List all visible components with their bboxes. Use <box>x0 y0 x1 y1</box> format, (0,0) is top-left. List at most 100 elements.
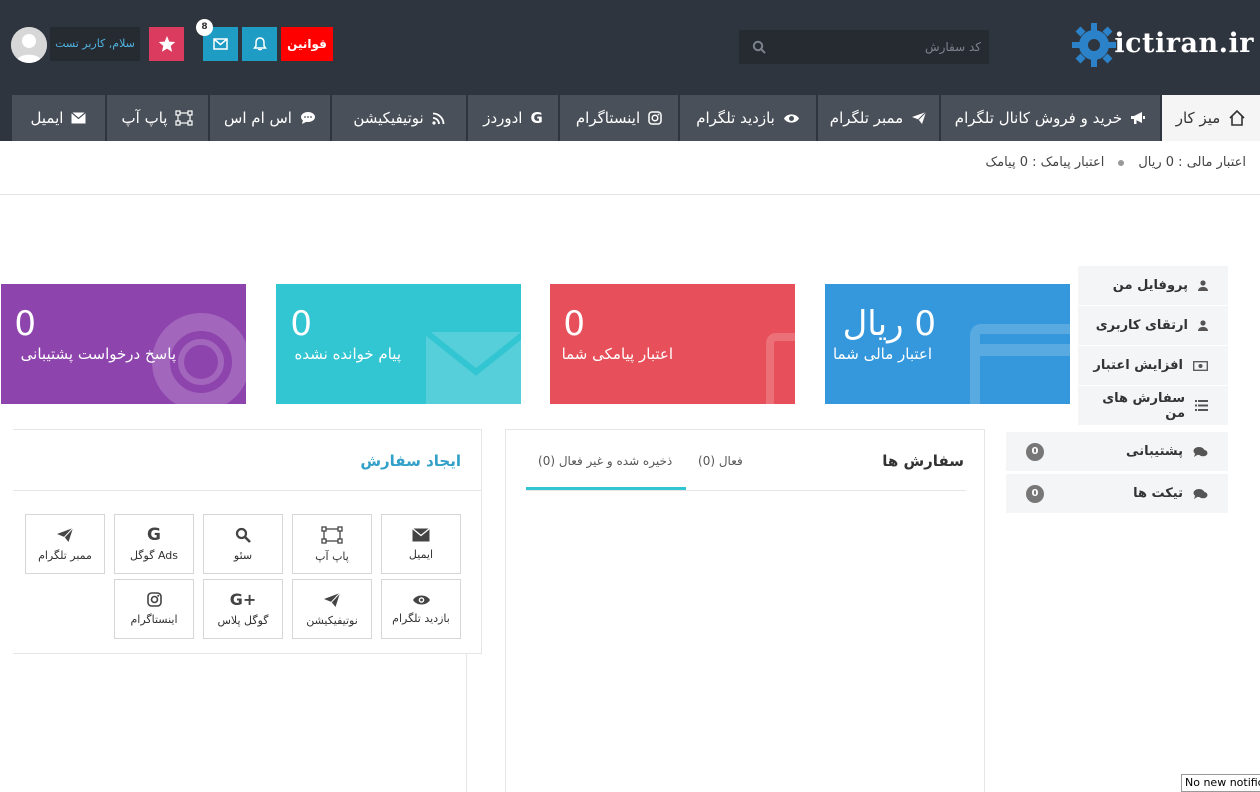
create-divider <box>13 490 482 491</box>
tile-label: گوگل Ads <box>129 548 179 562</box>
tile-telegram-view[interactable]: بازدید تلگرام <box>381 579 461 639</box>
site-logo[interactable]: ictiran.ir <box>1065 16 1260 72</box>
tile-instagram[interactable]: اینستاگرام <box>114 579 194 639</box>
stat-support-replies[interactable]: 0 پاسخ درخواست پشتیبانی <box>1 284 246 404</box>
tile-seo[interactable]: سئو <box>203 514 283 574</box>
tab-telegram-view[interactable]: بازدید تلگرام <box>679 95 816 141</box>
sidebar-item-label: افزایش اعتبار <box>1093 358 1183 373</box>
instagram-icon <box>146 592 162 607</box>
eye-icon <box>412 595 430 604</box>
tab-email[interactable]: ایمیل <box>11 95 105 141</box>
instagram-icon <box>648 111 662 125</box>
separator-dot <box>1118 159 1125 166</box>
credit-summary: اعتبار مالی : 0 ریال اعتبار پیامک : 0 پی… <box>985 155 1246 170</box>
money-icon <box>1193 360 1208 371</box>
search-icon[interactable] <box>752 40 766 54</box>
tab-label: اینستاگرام <box>575 109 641 127</box>
search-input[interactable] <box>775 30 985 64</box>
tile-telegram-member[interactable]: ممبر تلگرام <box>25 514 105 574</box>
search-icon <box>235 527 251 543</box>
tab-active-orders[interactable]: فعال (0) <box>698 454 743 468</box>
active-tab-indicator <box>526 487 686 490</box>
bell-icon <box>252 37 267 51</box>
sidebar-item-support[interactable]: 0 پشتیبانی <box>1006 432 1228 472</box>
mobile-bg-icon <box>766 333 795 404</box>
stat-caption: اعتبار پیامکی شما <box>561 345 673 363</box>
stat-unread-messages[interactable]: 0 پیام خوانده نشده <box>276 284 521 404</box>
orders-panel: سفارش ها فعال (0) ذخیره شده و غیر فعال (… <box>505 429 985 792</box>
create-order-title: ایجاد سفارش <box>360 452 461 470</box>
stat-number: 0 ریال <box>842 304 936 344</box>
orders-title: سفارش ها <box>882 452 964 470</box>
user-greeting[interactable]: سلام, کاربر تست <box>50 27 140 61</box>
star-icon <box>158 36 175 52</box>
tile-email[interactable]: ایمیل <box>381 514 461 574</box>
tab-telegram-member[interactable]: ممبر تلگرام <box>817 95 939 141</box>
google-plus-icon: G+ <box>229 589 257 609</box>
sidebar-item-label: سفارش های من <box>1102 390 1185 421</box>
stat-money-credit[interactable]: 0 ریال اعتبار مالی شما <box>825 284 1070 404</box>
sidebar-item-profile[interactable]: پروفایل من <box>1078 266 1228 306</box>
tile-label: اینستاگرام <box>130 613 178 626</box>
credit-card-bg-icon <box>970 324 1070 404</box>
home-icon <box>1229 109 1245 126</box>
vector-square-icon <box>175 110 194 126</box>
favorites-button[interactable] <box>149 27 184 61</box>
tab-saved-orders[interactable]: ذخیره شده و غیر فعال (0) <box>538 454 672 468</box>
tab-popup[interactable]: پاپ آپ <box>106 95 208 141</box>
sidebar-item-upgrade[interactable]: ارتقای کاربری <box>1078 306 1228 346</box>
tab-label: خرید و فروش کانال تلگرام <box>954 109 1123 127</box>
top-header: ictiran.ir قوانین 8 <box>0 0 1260 141</box>
tab-adwords[interactable]: G ادوردز <box>467 95 558 141</box>
tab-sms[interactable]: اس ام اس <box>209 95 330 141</box>
sms-credit-text: اعتبار پیامک : 0 پیامک <box>985 155 1105 170</box>
sidebar-item-label: پشتیبانی <box>1126 444 1183 459</box>
sidebar-item-label: پروفایل من <box>1112 278 1188 293</box>
column-divider <box>466 654 467 792</box>
credit-bar: اعتبار مالی : 0 ریال اعتبار پیامک : 0 پی… <box>0 141 1260 195</box>
google-icon: G <box>147 524 161 545</box>
stat-caption: اعتبار مالی شما <box>832 345 932 363</box>
sidebar-item-tickets[interactable]: 0 تیکت ها <box>1006 474 1228 514</box>
gear-logo-icon <box>1072 23 1116 67</box>
tile-label: ممبر تلگرام <box>38 548 92 562</box>
notification-toast: No new notifications <box>1181 774 1260 792</box>
tab-channel-trade[interactable]: خرید و فروش کانال تلگرام <box>940 95 1160 141</box>
tab-label: نوتیفیکیشن <box>353 109 424 127</box>
notifications-button[interactable] <box>242 27 277 61</box>
rules-button[interactable]: قوانین <box>281 27 333 61</box>
bullhorn-icon <box>1131 112 1146 124</box>
stat-caption: پاسخ درخواست پشتیبانی <box>20 345 176 363</box>
tab-dashboard[interactable]: میز کار <box>1161 95 1260 141</box>
paper-plane-icon <box>912 111 927 124</box>
envelope-icon <box>213 38 228 50</box>
tile-label: پاپ آپ <box>315 549 349 563</box>
comments-icon <box>1193 446 1208 457</box>
user-icon <box>1198 280 1208 291</box>
sidebar-item-my-orders[interactable]: سفارش های من <box>1078 386 1228 426</box>
tile-label: گوگل پلاس <box>217 613 269 627</box>
envelope-icon <box>412 527 430 541</box>
sidebar-item-label: تیکت ها <box>1133 486 1183 501</box>
tile-google-plus[interactable]: G+ گوگل پلاس <box>203 579 283 639</box>
tile-notification[interactable]: نوتیفیکیشن <box>292 579 372 639</box>
main-nav: میز کار خرید و فروش کانال تلگرام ممبر تل… <box>0 95 1260 141</box>
tab-notification[interactable]: نوتیفیکیشن <box>331 95 466 141</box>
eye-icon <box>783 113 799 123</box>
avatar[interactable] <box>11 27 47 63</box>
stat-sms-credit[interactable]: 0 اعتبار پیامکی شما <box>550 284 795 404</box>
rss-icon <box>432 112 445 125</box>
google-icon: G <box>530 109 543 127</box>
tab-instagram[interactable]: اینستاگرام <box>559 95 678 141</box>
user-avatar-icon <box>11 27 47 63</box>
vector-square-icon <box>321 525 343 544</box>
tile-popup[interactable]: پاپ آپ <box>292 514 372 574</box>
tab-label: بازدید تلگرام <box>696 109 775 127</box>
stat-number: 0 <box>290 304 312 344</box>
stat-number: 0 <box>563 304 585 344</box>
comments-icon <box>1193 488 1208 499</box>
sidebar-item-add-credit[interactable]: افزایش اعتبار <box>1078 346 1228 386</box>
tile-label: نوتیفیکیشن <box>306 613 358 627</box>
tile-google-ads[interactable]: G گوگل Ads <box>114 514 194 574</box>
envelope-bg-icon <box>426 332 521 404</box>
